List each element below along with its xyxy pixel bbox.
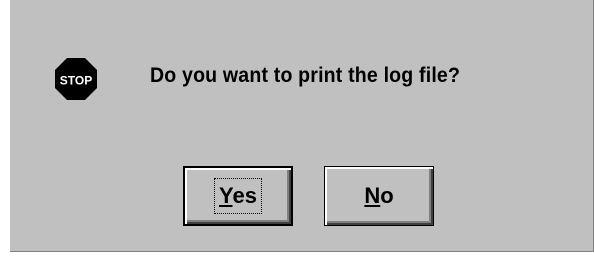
no-button-label: No xyxy=(364,183,393,209)
dialog-message: Do you want to print the log file? xyxy=(150,64,461,87)
no-mnemonic: N xyxy=(364,183,381,208)
message-dialog: STOP Do you want to print the log file? … xyxy=(10,0,594,252)
stop-icon-text: STOP xyxy=(60,74,92,88)
yes-label-rest: es xyxy=(232,183,257,208)
yes-mnemonic: Y xyxy=(219,183,233,208)
no-label-rest: o xyxy=(380,183,394,208)
yes-button[interactable]: Yes xyxy=(183,166,293,226)
no-button[interactable]: No xyxy=(324,166,434,226)
yes-button-label: Yes xyxy=(219,183,257,209)
stop-icon: STOP xyxy=(54,57,98,101)
